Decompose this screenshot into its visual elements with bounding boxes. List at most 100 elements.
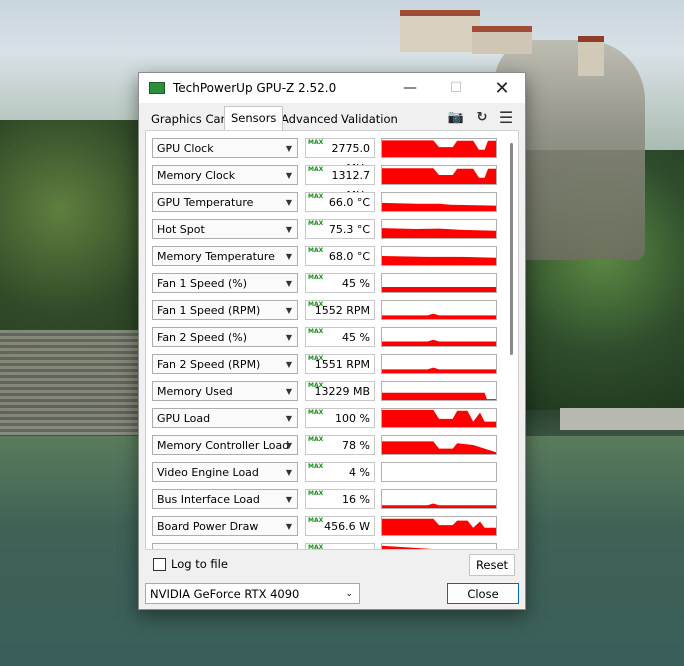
- lakeside-stairs: [0, 330, 140, 435]
- sensor-graph-area: [382, 503, 496, 508]
- sensor-row: Bus Interface Load ▼ MAX 16 %: [152, 488, 498, 510]
- sensor-value: MAX 45 %: [305, 273, 375, 293]
- sensor-graph: [381, 408, 497, 428]
- menu-icon[interactable]: ☰: [497, 108, 515, 127]
- sensor-value: MAX393.9 W: [305, 543, 375, 549]
- sensor-name: GPU Chip Power Draw: [157, 547, 277, 549]
- title-bar[interactable]: TechPowerUp GPU-Z 2.52.0 — ☐ ✕: [139, 73, 525, 103]
- close-icon: ✕: [494, 77, 510, 99]
- sensor-name-dropdown[interactable]: GPU Clock ▼: [152, 138, 298, 158]
- sensor-value: MAX1312.7 MHz: [305, 165, 375, 202]
- chevron-down-icon: ⌄: [345, 589, 353, 599]
- sensor-graph: [381, 138, 497, 158]
- sensor-graph: [381, 354, 497, 374]
- sensor-value: MAX 16 %: [305, 489, 375, 509]
- sensor-value: MAX 13229 MB: [305, 381, 375, 401]
- max-indicator: MAX: [308, 247, 324, 254]
- minimize-button[interactable]: —: [387, 73, 433, 103]
- sensor-value-text: 16 %: [342, 493, 370, 506]
- dropdown-arrow-icon: ▼: [286, 544, 292, 549]
- max-indicator: MAX: [308, 382, 324, 389]
- sensors-panel: GPU Clock▼MAX2775.0 MHzMemory Clock▼MAX1…: [145, 130, 519, 550]
- dropdown-arrow-icon: ▼: [285, 360, 292, 369]
- dropdown-arrow-icon: ▼: [285, 333, 292, 342]
- log-to-file[interactable]: Log to file: [153, 557, 228, 571]
- sensor-name: GPU Load: [157, 412, 211, 425]
- sensor-value: MAX 66.0 °C: [305, 192, 375, 212]
- sensor-name-dropdown[interactable]: Fan 1 Speed (%) ▼: [152, 273, 298, 293]
- sensor-value-text: 45 %: [342, 331, 370, 344]
- dropdown-arrow-icon: ▼: [285, 252, 292, 261]
- sensor-row: Memory Used ▼ MAX 13229 MB: [152, 380, 498, 402]
- sensor-graph: [381, 273, 497, 293]
- sensor-name: Fan 2 Speed (%): [157, 331, 248, 344]
- dropdown-arrow-icon: ▼: [285, 522, 292, 531]
- max-indicator: MAX: [308, 274, 324, 281]
- sensor-graph: [381, 462, 497, 482]
- max-indicator: MAX: [308, 301, 324, 308]
- sensor-value: MAX 4 %: [305, 462, 375, 482]
- sensor-row: Video Engine Load ▼ MAX 4 %: [152, 461, 498, 483]
- sensor-name-dropdown[interactable]: Bus Interface Load ▼: [152, 489, 298, 509]
- log-to-file-checkbox[interactable]: [153, 557, 166, 571]
- sensor-graph-area: [382, 313, 496, 319]
- sensor-graph: [381, 435, 497, 455]
- sensor-row: GPU Clock ▼ MAX2775.0 MHz: [152, 137, 498, 175]
- tab-bar: Graphics Card Sensors Advanced Validatio…: [139, 103, 525, 130]
- close-button[interactable]: Close: [447, 583, 519, 604]
- camera-icon[interactable]: 📷: [447, 109, 465, 125]
- sensor-name-dropdown[interactable]: Memory Used ▼: [152, 381, 298, 401]
- sensor-name-dropdown[interactable]: Memory Temperature ▼: [152, 246, 298, 266]
- sensor-name-dropdown[interactable]: Hot Spot ▼: [152, 219, 298, 239]
- sensor-name-dropdown[interactable]: Board Power Draw ▼: [152, 516, 298, 536]
- sensor-name: Board Power Draw: [157, 520, 259, 533]
- sensor-name-dropdown[interactable]: Fan 2 Speed (%) ▼: [152, 327, 298, 347]
- sensor-graph-area: [382, 441, 496, 454]
- dropdown-arrow-icon: ▼: [285, 225, 292, 234]
- sensor-name-dropdown[interactable]: Fan 2 Speed (RPM) ▼: [152, 354, 298, 374]
- sensor-name-dropdown[interactable]: GPU Temperature ▼: [152, 192, 298, 212]
- sensor-name: Memory Used: [157, 385, 233, 398]
- sensor-name: GPU Clock: [157, 142, 214, 155]
- sensor-value-text: 4 %: [349, 466, 370, 479]
- tab-advanced[interactable]: Advanced: [275, 110, 344, 128]
- sensor-row: Hot Spot ▼ MAX 75.3 °C: [152, 218, 498, 240]
- gpu-select-value: NVIDIA GeForce RTX 4090: [150, 587, 300, 601]
- dropdown-arrow-icon: ▼: [285, 468, 292, 477]
- sensor-row: Fan 1 Speed (%) ▼ MAX 45 %: [152, 272, 498, 294]
- sensor-graph-area: [382, 287, 496, 292]
- sensor-graph-area: [382, 168, 496, 184]
- sensor-name-dropdown[interactable]: GPU Chip Power Draw ▼: [152, 543, 298, 549]
- sensor-name: Hot Spot: [157, 223, 205, 236]
- sensor-graph-area: [382, 339, 496, 346]
- sensor-name-dropdown[interactable]: Memory Controller Load ▼: [152, 435, 298, 455]
- scrollbar[interactable]: [510, 143, 513, 355]
- reset-button[interactable]: Reset: [469, 554, 515, 576]
- sensor-name-dropdown[interactable]: Memory Clock ▼: [152, 165, 298, 185]
- close-window-button[interactable]: ✕: [479, 73, 525, 103]
- sensor-name-dropdown[interactable]: Video Engine Load ▼: [152, 462, 298, 482]
- max-indicator: MAX: [308, 517, 324, 524]
- max-indicator: MAX: [308, 166, 324, 173]
- sensor-graph-area: [382, 228, 496, 238]
- window-title: TechPowerUp GPU-Z 2.52.0: [173, 81, 337, 95]
- sensor-value-text: 68.0 °C: [328, 250, 370, 263]
- tab-sensors[interactable]: Sensors: [224, 106, 284, 130]
- sensor-row: GPU Temperature ▼ MAX 66.0 °C: [152, 191, 498, 213]
- castle-tower: [578, 36, 604, 76]
- sensor-graph-area: [382, 367, 496, 373]
- sensor-row: GPU Chip Power Draw ▼ MAX393.9 W: [152, 542, 498, 549]
- sensor-graph: [381, 219, 497, 239]
- sensor-value: MAX 456.6 W: [305, 516, 375, 536]
- dropdown-arrow-icon: ▼: [285, 198, 292, 207]
- sensor-name: Fan 2 Speed (RPM): [157, 358, 261, 371]
- tab-validation[interactable]: Validation: [335, 110, 404, 128]
- max-indicator: MAX: [308, 544, 324, 550]
- refresh-icon[interactable]: ↻: [473, 109, 491, 125]
- gpu-select[interactable]: NVIDIA GeForce RTX 4090 ⌄: [145, 583, 360, 604]
- dropdown-arrow-icon: ▼: [285, 441, 292, 450]
- sensor-name-dropdown[interactable]: GPU Load ▼: [152, 408, 298, 428]
- sensor-name-dropdown[interactable]: Fan 1 Speed (RPM) ▼: [152, 300, 298, 320]
- sensor-graph-area: [382, 392, 496, 400]
- sensor-value: MAX 78 %: [305, 435, 375, 455]
